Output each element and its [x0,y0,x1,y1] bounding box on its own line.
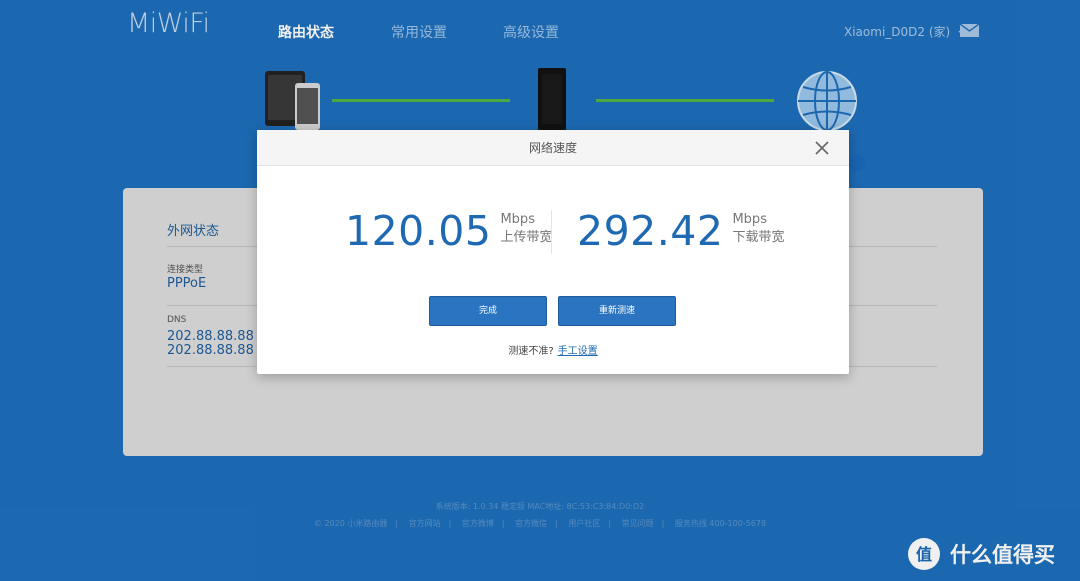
dialog-title: 网络速度 [528,141,577,155]
download-unit: Mbps [732,212,767,227]
retest-hint: 测速不准? 手工设置 [257,342,849,357]
upload-value: 120.05 [345,207,492,255]
close-icon[interactable] [813,139,831,157]
done-button[interactable]: 完成 [429,296,547,326]
upload-unit: Mbps [500,212,535,227]
upload-speed: 120.05 Mbps 上传带宽 [345,208,552,254]
speed-divider [551,210,552,254]
upload-label: 上传带宽 [500,230,553,245]
retest-button[interactable]: 重新测速 [558,296,676,326]
dialog-header: 网络速度 [257,130,849,166]
manual-setting-link[interactable]: 手工设置 [558,346,598,357]
hint-text: 测速不准? [508,346,554,357]
download-label: 下载带宽 [732,230,785,245]
download-value: 292.42 [577,207,724,255]
speed-test-dialog: 网络速度 120.05 Mbps 上传带宽 292.42 Mbps 下载带宽 完… [257,130,849,374]
download-speed: 292.42 Mbps 下载带宽 [577,208,784,254]
